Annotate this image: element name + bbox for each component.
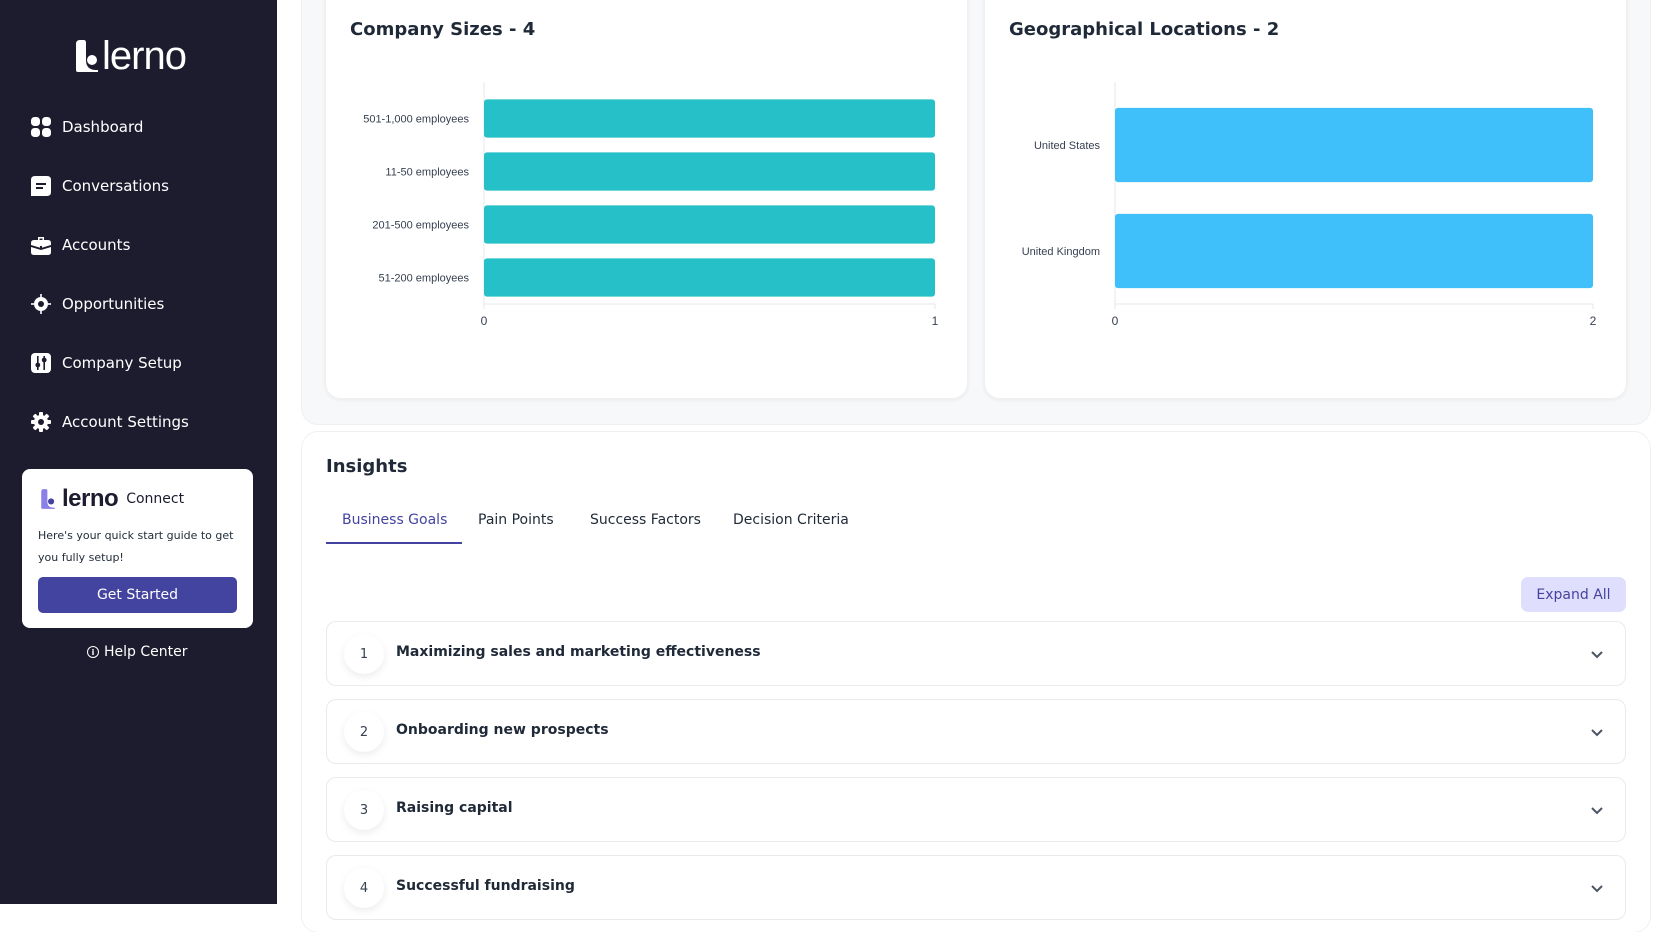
help-center-link[interactable]: i Help Center xyxy=(87,644,188,660)
insight-label: Maximizing sales and marketing effective… xyxy=(396,644,761,660)
sliders-icon xyxy=(31,353,51,373)
gear-icon xyxy=(31,412,51,432)
sidebar-item-label: Conversations xyxy=(62,177,169,195)
geo-locations-card: Geographical Locations - 2 United States… xyxy=(984,0,1627,399)
connect-description: Here's your quick start guide to get you… xyxy=(38,529,234,564)
lerno-logo-icon xyxy=(41,489,55,509)
sidebar-item-accounts[interactable]: Accounts xyxy=(31,235,130,255)
tab-pain-points[interactable]: Pain Points xyxy=(478,512,554,528)
sidebar-item-label: Account Settings xyxy=(62,413,189,431)
insight-number: 1 xyxy=(344,634,384,674)
insight-number: 4 xyxy=(344,868,384,908)
category-label: 201-500 employees xyxy=(372,220,469,232)
insight-row[interactable]: 2 Onboarding new prospects xyxy=(326,699,1626,764)
active-tab-indicator xyxy=(326,542,462,544)
connect-header: lerno Connect xyxy=(40,487,184,511)
bar xyxy=(484,205,935,244)
connect-brand: lerno xyxy=(62,485,119,512)
tab-decision-criteria[interactable]: Decision Criteria xyxy=(733,512,849,528)
company-sizes-card: Company Sizes - 4 501-1,000 employees 11-… xyxy=(325,0,968,399)
info-icon: i xyxy=(87,646,99,658)
company-sizes-chart: 501-1,000 employees 11-50 employees 201-50… xyxy=(363,82,939,328)
briefcase-icon xyxy=(31,237,51,255)
sidebar-item-company-setup[interactable]: Company Setup xyxy=(31,353,182,373)
chevron-down-icon[interactable] xyxy=(1589,880,1605,896)
bar xyxy=(1115,213,1593,289)
expand-all-button[interactable]: Expand All xyxy=(1521,577,1626,612)
grid-icon xyxy=(31,117,51,137)
sidebar-item-conversations[interactable]: Conversations xyxy=(31,176,169,196)
target-icon xyxy=(31,294,51,314)
geo-locations-chart: United States United Kingdom 0 2 xyxy=(1022,82,1597,328)
get-started-button[interactable]: Get Started xyxy=(38,577,237,613)
insight-number: 2 xyxy=(344,712,384,752)
category-label: 11-50 employees xyxy=(385,167,469,179)
insight-label: Raising capital xyxy=(396,800,513,816)
insight-row[interactable]: 4 Successful fundraising xyxy=(326,855,1626,920)
chevron-down-icon[interactable] xyxy=(1589,724,1605,740)
insight-row[interactable]: 1 Maximizing sales and marketing effecti… xyxy=(326,621,1626,686)
insight-label: Onboarding new prospects xyxy=(396,722,609,738)
category-label: 51-200 employees xyxy=(378,273,469,285)
sidebar-item-label: Opportunities xyxy=(62,295,165,313)
category-label: United States xyxy=(1034,140,1101,152)
sidebar-item-label: Accounts xyxy=(62,236,131,254)
sidebar-item-dashboard[interactable]: Dashboard xyxy=(31,117,143,137)
connect-card: lerno Connect Here's your quick start gu… xyxy=(22,469,253,628)
x-tick-label: 0 xyxy=(481,314,488,328)
category-label: United Kingdom xyxy=(1022,246,1100,258)
insights-title: Insights xyxy=(326,456,408,477)
bar xyxy=(484,152,935,191)
bar xyxy=(484,99,935,138)
connect-suffix: Connect xyxy=(126,491,185,507)
chat-icon xyxy=(31,176,51,196)
sidebar-item-label: Dashboard xyxy=(62,118,144,136)
insight-number: 3 xyxy=(344,790,384,830)
bar xyxy=(484,258,935,297)
help-center-label: Help Center xyxy=(104,644,188,660)
x-tick-label: 1 xyxy=(932,314,939,328)
chevron-down-icon[interactable] xyxy=(1589,646,1605,662)
brand-name: lerno xyxy=(102,34,187,78)
x-tick-label: 0 xyxy=(1112,314,1119,328)
lerno-logo-icon xyxy=(76,40,98,72)
tab-business-goals[interactable]: Business Goals xyxy=(342,512,447,528)
sidebar-item-account-settings[interactable]: Account Settings xyxy=(31,412,189,432)
brand-logo[interactable]: lerno xyxy=(74,34,187,78)
tab-success-factors[interactable]: Success Factors xyxy=(590,512,701,528)
sidebar: lerno Dashboard Conversations Accounts O… xyxy=(0,0,277,904)
insight-label: Successful fundraising xyxy=(396,878,575,894)
sidebar-item-label: Company Setup xyxy=(62,354,182,372)
x-tick-label: 2 xyxy=(1590,314,1597,328)
chevron-down-icon[interactable] xyxy=(1589,802,1605,818)
sidebar-item-opportunities[interactable]: Opportunities xyxy=(31,294,164,314)
category-label: 501-1,000 employees xyxy=(363,114,469,126)
insight-row[interactable]: 3 Raising capital xyxy=(326,777,1626,842)
bar xyxy=(1115,107,1593,183)
